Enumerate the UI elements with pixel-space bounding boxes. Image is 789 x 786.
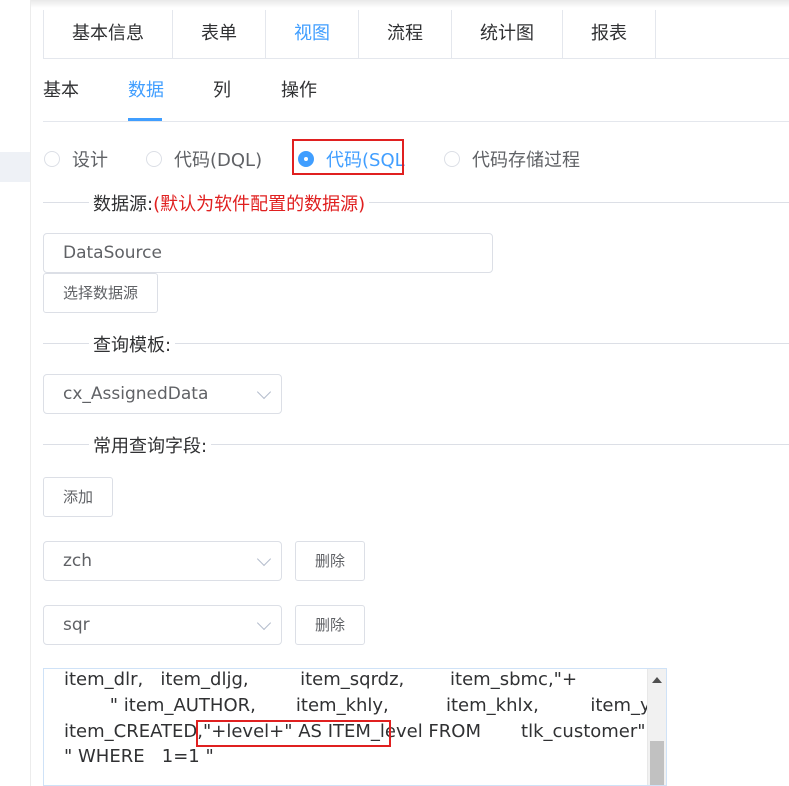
subtab-columns[interactable]: 列 — [213, 66, 231, 116]
field-select-value: sqr — [63, 615, 90, 635]
sub-tab-divider — [43, 121, 789, 122]
common-fields-label: 常用查询字段: — [89, 432, 212, 458]
left-sidebar — [0, 0, 31, 786]
tab-view[interactable]: 视图 — [266, 10, 359, 58]
radio-code-dql[interactable]: 代码(DQL) — [146, 146, 262, 172]
radio-circle[interactable] — [444, 151, 460, 167]
code-line: " WHERE 1=1 " — [64, 746, 214, 767]
query-template-label: 查询模板: — [89, 331, 176, 357]
field-select-value: zch — [63, 551, 93, 571]
subtab-basic[interactable]: 基本 — [43, 66, 79, 116]
radio-code-stored-procedure[interactable]: 代码存储过程 — [444, 146, 580, 172]
chevron-down-icon — [256, 615, 272, 631]
scrollbar-thumb[interactable] — [650, 741, 664, 785]
field-select[interactable]: sqr — [43, 605, 282, 645]
radio-label: 设计 — [72, 150, 108, 171]
field-select[interactable]: zch — [43, 541, 282, 581]
datasource-note: (默认为软件配置的数据源) — [153, 194, 366, 215]
top-shadow — [0, 0, 789, 8]
tab-form[interactable]: 表单 — [173, 10, 266, 58]
radio-circle[interactable] — [146, 151, 162, 167]
subtab-actions[interactable]: 操作 — [281, 66, 317, 116]
tab-workflow[interactable]: 流程 — [359, 10, 452, 58]
datasource-label: 数据源: — [93, 194, 154, 215]
code-editor-scrollbar[interactable] — [647, 669, 666, 785]
chevron-down-icon — [256, 551, 272, 567]
datasource-input[interactable]: DataSource — [43, 233, 493, 273]
highlight-box-sql-radio — [292, 139, 404, 175]
datasource-heading: 数据源:(默认为软件配置的数据源) — [89, 190, 370, 216]
delete-field-button[interactable]: 删除 — [295, 605, 365, 645]
subtab-data[interactable]: 数据 — [128, 66, 164, 116]
tab-basic-info[interactable]: 基本信息 — [44, 10, 173, 58]
radio-circle[interactable] — [44, 151, 60, 167]
select-datasource-button[interactable]: 选择数据源 — [43, 273, 158, 313]
tab-statistics-chart[interactable]: 统计图 — [452, 10, 563, 58]
code-line: " item_AUTHOR, item_khly, item_khlx, ite… — [64, 695, 667, 716]
highlight-box-level-expression — [196, 720, 391, 747]
top-tab-bar: 基本信息 表单 视图 流程 统计图 报表 — [43, 10, 656, 59]
code-line: item_dlr, item_dljg, item_sqrdz, item_sb… — [64, 669, 578, 690]
top-tab-divider — [615, 58, 789, 59]
radio-label: 代码存储过程 — [472, 150, 580, 171]
left-sidebar-selected-item[interactable] — [0, 152, 30, 182]
chevron-down-icon — [256, 384, 272, 400]
scroll-up-arrow-icon[interactable] — [652, 677, 662, 683]
delete-field-button[interactable]: 删除 — [295, 541, 365, 581]
add-field-button[interactable]: 添加 — [43, 477, 113, 517]
radio-design[interactable]: 设计 — [44, 146, 108, 172]
tab-report[interactable]: 报表 — [563, 10, 655, 58]
query-template-select[interactable]: cx_AssignedData — [43, 374, 282, 414]
radio-label: 代码(DQL) — [174, 150, 263, 171]
query-template-value: cx_AssignedData — [63, 384, 209, 404]
